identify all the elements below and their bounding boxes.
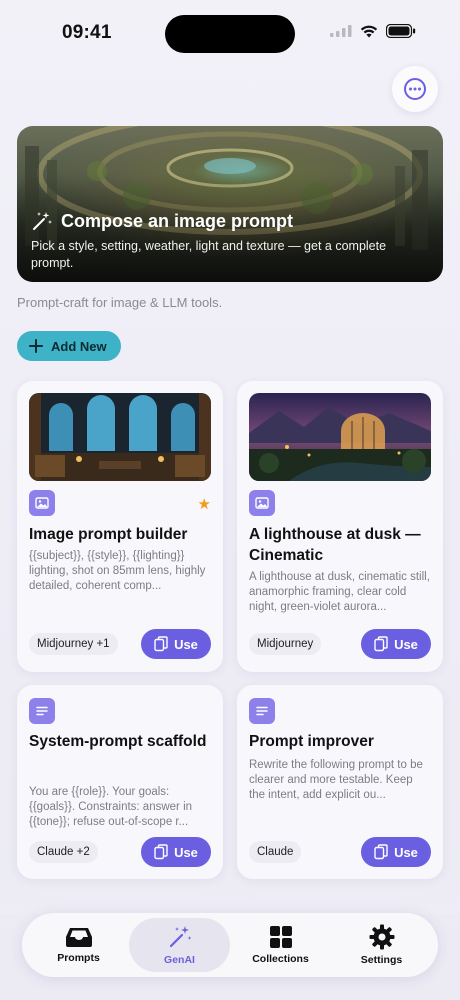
magic-wand-icon — [169, 926, 191, 948]
platform-tag: Midjourney +1 — [29, 633, 118, 655]
tab-settings[interactable]: Settings — [331, 918, 432, 972]
add-new-label: Add New — [51, 338, 107, 354]
scroll-fade — [0, 874, 460, 914]
copy-icon — [154, 636, 168, 652]
copy-icon — [374, 636, 388, 652]
add-new-button[interactable]: Add New — [17, 331, 121, 361]
favorite-star-icon[interactable]: ★ — [198, 495, 211, 513]
card-title: Prompt improver — [249, 733, 374, 750]
tab-label: Settings — [360, 954, 403, 966]
sparkle-wand-icon — [33, 212, 52, 230]
text-lines-icon — [36, 706, 48, 716]
copy-icon — [374, 844, 388, 860]
tab-label: Collections — [252, 953, 309, 965]
status-time: 09:41 — [62, 22, 112, 43]
use-button[interactable]: Use — [361, 837, 431, 867]
status-bar: 09:41 — [0, 0, 460, 62]
card-description: {{subject}}, {{style}}, {{lighting}} lig… — [29, 550, 206, 592]
card-description: A lighthouse at dusk, cinematic still, a… — [249, 571, 430, 613]
tab-label: GenAI — [164, 954, 195, 966]
use-label: Use — [394, 844, 418, 860]
text-type-badge — [29, 698, 55, 724]
tab-bar: Prompts GenAI Collections Settings — [22, 913, 438, 977]
image-type-badge — [29, 490, 55, 516]
text-lines-icon — [256, 706, 268, 716]
hero-description: Pick a style, setting, weather, light an… — [31, 239, 387, 270]
use-label: Use — [394, 636, 418, 652]
prompt-card[interactable]: Prompt improver Rewrite the following pr… — [237, 685, 443, 879]
platform-tag: Claude — [249, 841, 302, 863]
text-type-badge — [249, 698, 275, 724]
plus-icon — [29, 339, 43, 353]
more-options-button[interactable] — [392, 66, 438, 112]
hero-content: Compose an image prompt Pick a style, se… — [31, 210, 429, 272]
prompt-card[interactable]: ★ Image prompt builder {{subject}}, {{st… — [17, 381, 223, 672]
card-title: System-prompt scaffold — [29, 733, 207, 750]
tab-collections[interactable]: Collections — [230, 918, 331, 972]
use-label: Use — [174, 636, 198, 652]
tab-label: Prompts — [57, 952, 100, 964]
use-label: Use — [174, 844, 198, 860]
card-title: Image prompt builder — [29, 526, 188, 543]
wifi-icon — [360, 25, 378, 37]
hero-title: Compose an image prompt — [61, 210, 294, 231]
platform-tag: Midjourney — [249, 633, 322, 655]
use-button[interactable]: Use — [361, 629, 431, 659]
cellular-signal-icon — [330, 25, 352, 37]
card-description: Rewrite the following prompt to be clear… — [249, 759, 423, 801]
dynamic-island — [165, 15, 295, 53]
use-button[interactable]: Use — [141, 837, 211, 867]
tab-prompts[interactable]: Prompts — [28, 918, 129, 972]
prompt-card[interactable]: A lighthouse at dusk — Cinematic A light… — [237, 381, 443, 672]
image-icon — [35, 497, 49, 509]
tray-icon — [65, 928, 92, 947]
page-subtitle: Prompt-craft for image & LLM tools. — [17, 295, 223, 310]
card-title: A lighthouse at dusk — Cinematic — [249, 526, 421, 564]
use-button[interactable]: Use — [141, 629, 211, 659]
copy-icon — [154, 844, 168, 860]
prompt-card[interactable]: System-prompt scaffold You are {{role}}.… — [17, 685, 223, 879]
greenhouse-dusk-thumbnail — [249, 393, 431, 481]
tab-genai[interactable]: GenAI — [129, 918, 230, 972]
card-description: You are {{role}}. Your goals: {{goals}}.… — [29, 786, 193, 828]
image-type-badge — [249, 490, 275, 516]
battery-icon — [386, 24, 416, 38]
ellipsis-circle-icon — [404, 78, 426, 100]
gear-icon — [369, 924, 394, 950]
library-thumbnail — [29, 393, 211, 481]
status-icons — [330, 24, 416, 38]
image-icon — [255, 497, 269, 509]
grid-icon — [269, 926, 292, 948]
platform-tag: Claude +2 — [29, 841, 98, 863]
compose-image-prompt-banner[interactable]: Compose an image prompt Pick a style, se… — [17, 126, 443, 282]
